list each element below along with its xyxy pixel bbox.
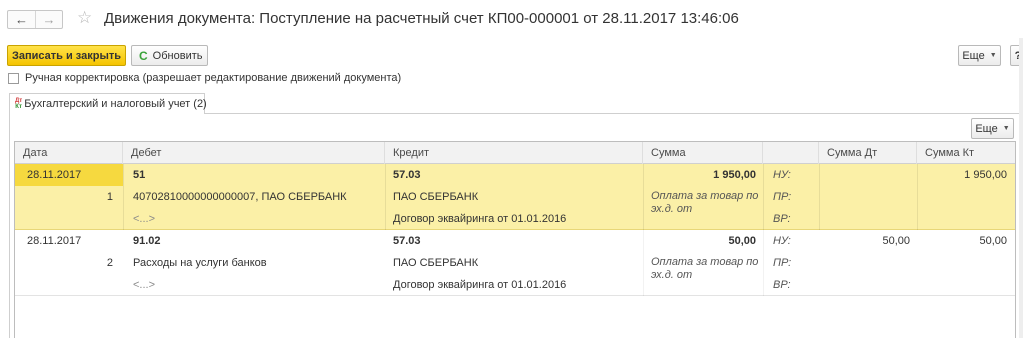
date-cell[interactable]: 28.11.2017 — [15, 230, 123, 252]
credit-account[interactable]: 57.03 — [393, 230, 641, 252]
amount-kt-cell[interactable]: 1 950,00 — [917, 164, 1007, 186]
tab-accounting[interactable]: Дт Кт Бухгалтерский и налоговый учет (2) — [9, 93, 207, 114]
save-and-close-button[interactable]: Записать и закрыть — [7, 45, 126, 66]
column-header-debit[interactable]: Дебет — [123, 142, 385, 164]
amount-cell[interactable]: 50,00 — [643, 230, 756, 252]
debit-account[interactable]: 51 — [133, 164, 383, 186]
table-header: Дата Дебет Кредит Сумма Сумма Дт Сумма К… — [15, 142, 1015, 164]
back-arrow-icon[interactable]: ← — [8, 11, 35, 28]
manual-edit-label: Ручная корректировка (разрешает редактир… — [25, 72, 402, 84]
debit-subconto-2[interactable]: <...> — [133, 274, 383, 296]
more-menu-button[interactable]: Еще ▼ — [958, 45, 1001, 66]
chevron-down-icon: ▼ — [989, 52, 997, 59]
grid-more-menu-button[interactable]: Еще ▼ — [971, 118, 1014, 139]
star-icon[interactable]: ☆ — [77, 8, 92, 28]
column-header-amount[interactable]: Сумма — [643, 142, 763, 164]
amount-cell[interactable]: 1 950,00 — [643, 164, 756, 186]
column-header-tax[interactable] — [763, 142, 819, 164]
postings-table[interactable]: Дата Дебет Кредит Сумма Сумма Дт Сумма К… — [14, 141, 1016, 338]
page-title: Движения документа: Поступление на расче… — [104, 10, 739, 27]
column-header-date[interactable]: Дата — [15, 142, 123, 164]
credit-subconto-1[interactable]: ПАО СБЕРБАНК — [393, 252, 641, 274]
debit-subconto-1[interactable]: 40702810000000000007, ПАО СБЕРБАНК — [133, 186, 383, 208]
credit-subconto-1[interactable]: ПАО СБЕРБАНК — [393, 186, 641, 208]
table-row[interactable]: 28.11.2017 1 51 40702810000000000007, ПА… — [15, 164, 1015, 230]
table-row[interactable]: 28.11.2017 2 91.02 Расходы на услуги бан… — [15, 230, 1015, 296]
tab-label: Бухгалтерский и налоговый учет (2) — [24, 98, 207, 110]
credit-account[interactable]: 57.03 — [393, 164, 641, 186]
column-header-credit[interactable]: Кредит — [385, 142, 643, 164]
pr-label: ПР: — [773, 191, 792, 203]
manual-edit-checkbox[interactable] — [8, 72, 19, 84]
accounting-dt-kt-icon: Дт Кт — [15, 98, 23, 110]
memo-cell[interactable]: Оплата за товар по эх.д. от — [651, 256, 759, 282]
vr-label: ВР: — [773, 213, 791, 225]
manual-edit-row[interactable]: Ручная корректировка (разрешает редактир… — [8, 72, 401, 84]
more-label: Еще — [962, 49, 985, 62]
debit-subconto-1[interactable]: Расходы на услуги банков — [133, 252, 383, 274]
amount-dt-cell[interactable]: 50,00 — [819, 230, 910, 252]
vr-label: ВР: — [773, 279, 791, 291]
nu-label: НУ: — [773, 235, 791, 247]
pr-label: ПР: — [773, 257, 792, 269]
row-number: 1 — [106, 191, 113, 203]
column-header-amount-kt[interactable]: Сумма Кт — [917, 142, 1015, 164]
forward-arrow-icon[interactable]: → — [35, 11, 62, 28]
panel-border — [9, 113, 10, 338]
column-header-amount-dt[interactable]: Сумма Дт — [819, 142, 917, 164]
nav-buttons: ← → — [7, 10, 63, 29]
chevron-down-icon: ▼ — [1002, 125, 1010, 132]
grid-more-label: Еще — [975, 122, 998, 135]
date-cell[interactable]: 28.11.2017 — [15, 164, 123, 186]
amount-kt-cell[interactable]: 50,00 — [917, 230, 1007, 252]
debit-subconto-2[interactable]: <...> — [133, 208, 383, 230]
refresh-label: Обновить — [152, 49, 203, 62]
credit-subconto-2[interactable]: Договор эквайринга от 01.01.2016 — [393, 274, 641, 296]
credit-subconto-2[interactable]: Договор эквайринга от 01.01.2016 — [393, 208, 641, 230]
refresh-button[interactable]: C Обновить — [131, 45, 208, 66]
nu-label: НУ: — [773, 169, 791, 181]
title-bar: ← → ☆ Движения документа: Поступление на… — [0, 0, 1023, 38]
row-number: 2 — [106, 257, 113, 269]
amount-dt-cell[interactable] — [819, 164, 910, 186]
vertical-scrollbar[interactable] — [1019, 38, 1023, 338]
debit-account[interactable]: 91.02 — [133, 230, 383, 252]
memo-cell[interactable]: Оплата за товар по эх.д. от — [651, 190, 759, 216]
refresh-icon: C — [139, 48, 148, 63]
